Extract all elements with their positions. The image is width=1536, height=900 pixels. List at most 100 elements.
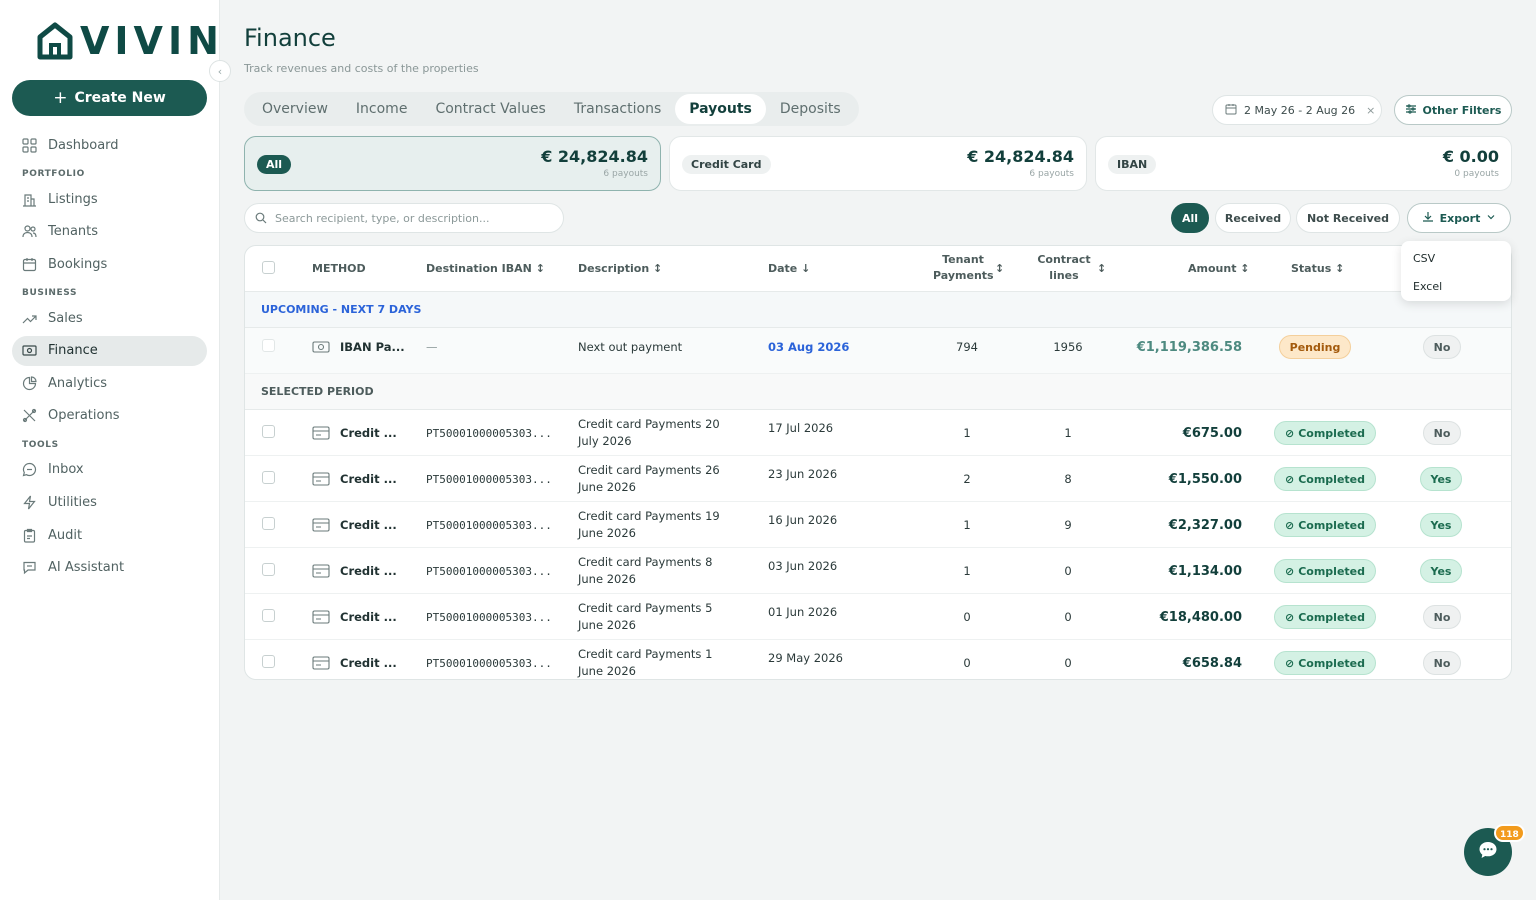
col-description[interactable]: Description ↕ — [578, 261, 662, 277]
collapse-sidebar-button[interactable]: ‹ — [209, 60, 231, 82]
tab-payouts[interactable]: Payouts — [675, 94, 766, 124]
sidebar-item-label: Dashboard — [48, 137, 119, 153]
row-checkbox[interactable] — [262, 425, 275, 438]
message-circle-icon — [20, 461, 38, 479]
export-excel-option[interactable]: Excel — [1401, 275, 1511, 299]
table-row[interactable]: Credit ... PT50001000005303... Credit ca… — [245, 548, 1511, 594]
sidebar-item-label: Tenants — [48, 224, 99, 240]
sidebar-item-sales[interactable]: Sales — [12, 303, 207, 333]
logo-text: VIVIN — [80, 19, 224, 63]
building-icon — [20, 190, 38, 208]
nav-section-tools: TOOLS — [22, 439, 59, 450]
col-method[interactable]: METHOD — [312, 261, 366, 277]
create-new-button[interactable]: + Create New — [12, 80, 207, 116]
tab-transactions[interactable]: Transactions — [560, 94, 675, 124]
sort-icon[interactable]: ↕ — [995, 261, 1004, 277]
summary-card-all[interactable]: All € 24,824.84 6 payouts — [244, 136, 661, 191]
sidebar-item-label: Listings — [48, 191, 98, 207]
table-row[interactable]: IBAN Pa... — Next out payment 03 Aug 202… — [245, 328, 1511, 374]
row-checkbox[interactable] — [262, 517, 275, 530]
sort-icon[interactable]: ↕ — [1097, 261, 1106, 277]
tenant-payments: 1 — [963, 426, 971, 440]
payout-date: 17 Jul 2026 — [768, 421, 834, 435]
col-label-line1: Tenant — [942, 253, 984, 266]
col-amount[interactable]: Amount ↕ — [1188, 261, 1250, 277]
other-filters-button[interactable]: Other Filters — [1394, 95, 1512, 125]
row-checkbox[interactable] — [262, 471, 275, 484]
filter-all-button[interactable]: All — [1171, 203, 1209, 233]
payout-amount: €1,119,386.58 — [1136, 340, 1242, 355]
desc-line2: June 2026 — [578, 572, 636, 586]
table-row[interactable]: Credit ... PT50001000005303... Credit ca… — [245, 594, 1511, 640]
tab-income[interactable]: Income — [342, 94, 422, 124]
select-all-checkbox[interactable] — [262, 261, 275, 274]
destination-iban: PT50001000005303... — [426, 473, 552, 486]
table-row[interactable]: Credit ... PT50001000005303... Credit ca… — [245, 640, 1511, 679]
sidebar-item-inbox[interactable]: Inbox — [12, 455, 207, 485]
row-checkbox[interactable] — [262, 339, 275, 352]
sort-icon: ↕ — [1240, 262, 1250, 275]
col-destination-iban[interactable]: Destination IBAN ↕ — [426, 261, 545, 277]
export-csv-option[interactable]: CSV — [1401, 247, 1511, 271]
col-tenant-payments[interactable]: Tenant Payments — [933, 252, 994, 284]
table-row[interactable]: Credit ... PT50001000005303... Credit ca… — [245, 456, 1511, 502]
filter-not-received-button[interactable]: Not Received — [1296, 203, 1400, 233]
date-range-picker[interactable]: 2 May 26 - 2 Aug 26 × — [1212, 95, 1382, 125]
credit-card-icon — [312, 563, 330, 583]
sidebar-item-ai-assistant[interactable]: AI Assistant — [12, 553, 207, 583]
col-label: Date — [768, 262, 798, 275]
status-badge: ⊘ Completed — [1274, 513, 1376, 537]
desc-line2: June 2026 — [578, 664, 636, 678]
chevron-down-icon — [1486, 212, 1496, 225]
tenant-payments: 2 — [963, 472, 971, 486]
sidebar-item-label: AI Assistant — [48, 560, 125, 576]
payout-method: Credit ... — [340, 518, 397, 532]
desc-line1: Credit card Payments 26 — [578, 463, 720, 477]
filter-received-button[interactable]: Received — [1215, 203, 1291, 233]
tab-contract-values[interactable]: Contract Values — [421, 94, 559, 124]
table-row[interactable]: Credit ... PT50001000005303... Credit ca… — [245, 502, 1511, 548]
status-label: Completed — [1298, 472, 1365, 486]
sidebar-item-audit[interactable]: Audit — [12, 520, 207, 550]
sidebar-item-label: Audit — [48, 527, 83, 543]
col-status[interactable]: Status ↕ — [1291, 261, 1344, 277]
row-checkbox[interactable] — [262, 563, 275, 576]
col-date[interactable]: Date ↓ — [768, 261, 810, 277]
sidebar-item-dashboard[interactable]: Dashboard — [12, 130, 207, 160]
sidebar-item-label: Analytics — [48, 375, 108, 391]
payout-method: IBAN Pa... — [340, 340, 405, 354]
export-button[interactable]: Export — [1407, 203, 1511, 233]
credit-card-icon — [312, 517, 330, 537]
tab-deposits[interactable]: Deposits — [766, 94, 855, 124]
summary-card-iban[interactable]: IBAN € 0.00 0 payouts — [1095, 136, 1512, 191]
table-row[interactable]: Credit ... PT50001000005303... Credit ca… — [245, 410, 1511, 456]
sidebar-item-operations[interactable]: Operations — [12, 401, 207, 431]
group-label: SELECTED PERIOD — [261, 385, 374, 398]
payout-description: Credit card Payments 26 June 2026 — [578, 462, 720, 496]
contract-lines: 0 — [1064, 610, 1072, 624]
date-range-text: 2 May 26 - 2 Aug 26 — [1244, 103, 1356, 117]
row-checkbox[interactable] — [262, 609, 275, 622]
search-input[interactable] — [275, 211, 545, 225]
sidebar-item-tenants[interactable]: Tenants — [12, 217, 207, 247]
col-contract-lines[interactable]: Contract lines — [1034, 252, 1094, 284]
summary-card-credit-card[interactable]: Credit Card € 24,824.84 6 payouts — [669, 136, 1087, 191]
payout-amount: €2,327.00 — [1168, 518, 1242, 533]
sort-icon: ↕ — [653, 262, 663, 275]
row-checkbox[interactable] — [262, 655, 275, 668]
sidebar-item-listings[interactable]: Listings — [12, 184, 207, 214]
group-label: UPCOMING - NEXT 7 DAYS — [261, 303, 422, 316]
desc-line2: June 2026 — [578, 480, 636, 494]
close-icon[interactable]: × — [1366, 104, 1375, 117]
card-count: 6 payouts — [1029, 169, 1074, 179]
sidebar-item-analytics[interactable]: Analytics — [12, 368, 207, 398]
vivin-logo[interactable]: VIVIN — [36, 20, 224, 62]
tenant-payments: 1 — [963, 518, 971, 532]
contract-lines: 9 — [1064, 518, 1072, 532]
sidebar-item-utilities[interactable]: Utilities — [12, 488, 207, 518]
contract-lines: 8 — [1064, 472, 1072, 486]
sidebar-item-bookings[interactable]: Bookings — [12, 249, 207, 279]
col-label-line1: Contract — [1037, 253, 1091, 266]
sidebar-item-finance[interactable]: Finance — [12, 335, 207, 366]
tab-overview[interactable]: Overview — [248, 94, 342, 124]
